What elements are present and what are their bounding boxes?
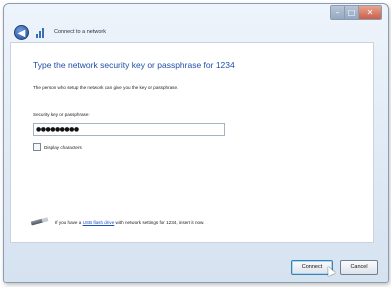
navigation-bar: ◀ Connect to a network xyxy=(4,22,388,42)
usb-hint: If you have a USB flash drive with netwo… xyxy=(30,217,204,226)
usb-drive-icon xyxy=(30,217,49,226)
page-heading: Type the network security key or passphr… xyxy=(33,60,235,70)
window-title: Connect to a network xyxy=(54,29,106,35)
display-characters-checkbox[interactable] xyxy=(33,143,41,151)
dialog-content: Type the network security key or passphr… xyxy=(10,42,374,243)
display-characters-option[interactable]: Display characters xyxy=(33,143,82,151)
usb-hint-text: If you have a USB flash drive with netwo… xyxy=(55,220,204,225)
back-button[interactable]: ◀ xyxy=(14,24,29,40)
maximize-button[interactable]: □ xyxy=(344,6,358,19)
security-key-input[interactable]: ●●●●●●●●● xyxy=(33,123,225,136)
network-signal-icon xyxy=(36,26,46,38)
minimize-button[interactable]: – xyxy=(331,6,344,19)
cancel-button[interactable]: Cancel xyxy=(340,260,378,275)
description-text: The person who setup the network can giv… xyxy=(33,85,179,90)
title-bar: – □ ✕ xyxy=(4,4,388,24)
display-characters-label[interactable]: Display characters xyxy=(44,145,82,150)
usb-hint-prefix: If you have a xyxy=(55,219,82,225)
usb-flash-drive-link[interactable]: USB flash drive xyxy=(83,220,115,225)
window-controls: – □ ✕ xyxy=(330,5,382,20)
usb-hint-suffix: with network settings for 1234, insert i… xyxy=(115,219,205,225)
security-key-label: Security key or passphrase: xyxy=(33,112,90,117)
close-button[interactable]: ✕ xyxy=(358,6,381,19)
